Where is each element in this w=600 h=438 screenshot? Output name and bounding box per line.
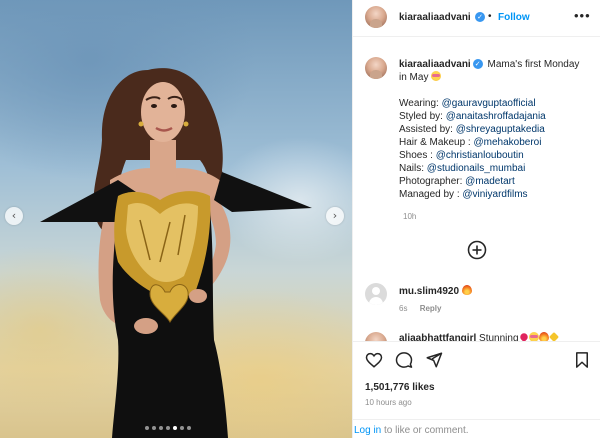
caption-credit-line: Assisted by: @shreyaguptakedia bbox=[399, 123, 595, 136]
comment-meta: 6s Reply bbox=[399, 304, 451, 313]
carousel-indicator bbox=[145, 426, 191, 430]
carousel-dot bbox=[152, 426, 156, 430]
credit-mention-link[interactable]: @studionails_mumbai bbox=[427, 163, 526, 174]
previous-photo-button[interactable]: ‹ bbox=[5, 207, 23, 225]
credit-label: Shoes : bbox=[399, 150, 436, 161]
caption-credits: Wearing: @gauravguptaofficial Styled by: … bbox=[399, 97, 595, 201]
post-header: kiaraaliaadvani ✓ • Follow ••• bbox=[353, 0, 600, 37]
post-photo[interactable]: ‹ › bbox=[0, 0, 352, 438]
caption-credit-line: Nails: @studionails_mumbai bbox=[399, 162, 595, 175]
credit-mention-link[interactable]: @anaitashroffadajania bbox=[446, 111, 546, 122]
verified-badge-icon: ✓ bbox=[475, 12, 485, 22]
post-timestamp: 10 hours ago bbox=[365, 398, 412, 407]
follow-button[interactable]: Follow bbox=[498, 12, 530, 23]
caption-body: kiaraaliaadvani ✓ Mama's first Monday in … bbox=[399, 58, 595, 201]
commenter-avatar[interactable] bbox=[365, 283, 387, 305]
header-separator: • bbox=[488, 11, 492, 22]
post-actions: 1,501,776 likes 10 hours ago Log in to l… bbox=[353, 341, 600, 438]
credit-mention-link[interactable]: @gauravguptaofficial bbox=[442, 98, 536, 109]
caption-second-line: in May bbox=[399, 71, 595, 84]
carousel-dot bbox=[145, 426, 149, 430]
credit-label: Assisted by: bbox=[399, 124, 456, 135]
reply-button[interactable]: Reply bbox=[420, 304, 442, 313]
caption-credit-line: Wearing: @gauravguptaofficial bbox=[399, 97, 595, 110]
author-username[interactable]: kiaraaliaadvani bbox=[399, 12, 471, 23]
caption-text-line2: in May bbox=[399, 72, 429, 83]
login-link[interactable]: Log in bbox=[354, 425, 381, 436]
post-detail-panel: kiaraaliaadvani ✓ • Follow ••• kiaraalia… bbox=[352, 0, 600, 438]
caption-credit-line: Hair & Makeup : @mehakoberoi bbox=[399, 136, 595, 149]
save-bookmark-icon[interactable] bbox=[573, 351, 591, 369]
carousel-dot bbox=[180, 426, 184, 430]
caption-credit-line: Managed by : @viniyardfilms bbox=[399, 188, 595, 201]
fire-emoji-icon bbox=[461, 285, 472, 295]
carousel-dot bbox=[187, 426, 191, 430]
credit-mention-link[interactable]: @madetart bbox=[465, 176, 515, 187]
credit-label: Styled by: bbox=[399, 111, 446, 122]
credit-label: Wearing: bbox=[399, 98, 442, 109]
login-prompt: Log in to like or comment. bbox=[353, 419, 600, 438]
post-photo-illustration bbox=[40, 68, 312, 438]
caption-text: Mama's first Monday bbox=[487, 59, 580, 70]
credit-mention-link[interactable]: @viniyardfilms bbox=[462, 189, 527, 200]
credit-mention-link[interactable]: @christianlouboutin bbox=[436, 150, 524, 161]
like-heart-icon[interactable] bbox=[365, 351, 383, 369]
commenter-username[interactable]: mu.slim4920 bbox=[399, 286, 459, 297]
next-photo-button[interactable]: › bbox=[326, 207, 344, 225]
credit-mention-link[interactable]: @mehakoberoi bbox=[473, 137, 541, 148]
credit-label: Photographer: bbox=[399, 176, 466, 187]
comment-text: mu.slim4920 bbox=[399, 285, 472, 297]
credit-mention-link[interactable]: @shreyaguptakedia bbox=[456, 124, 545, 135]
caption-first-line: kiaraaliaadvani ✓ Mama's first Monday bbox=[399, 58, 595, 71]
caption-credit-line: Photographer: @madetart bbox=[399, 175, 595, 188]
like-count[interactable]: 1,501,776 likes bbox=[365, 382, 435, 393]
credit-label: Managed by : bbox=[399, 189, 463, 200]
caption-timestamp: 10h bbox=[403, 212, 417, 221]
carousel-dot bbox=[173, 426, 177, 430]
caption-credit-line: Shoes : @christianlouboutin bbox=[399, 149, 595, 162]
caption-credit-line: Styled by: @anaitashroffadajania bbox=[399, 110, 595, 123]
verified-badge-icon: ✓ bbox=[472, 59, 483, 70]
comment-icon[interactable] bbox=[395, 351, 413, 369]
credit-label: Nails: bbox=[399, 163, 427, 174]
credit-label: Hair & Makeup : bbox=[399, 137, 474, 148]
share-icon[interactable] bbox=[425, 351, 443, 369]
caption-author-avatar[interactable] bbox=[365, 57, 387, 79]
comment-timestamp: 6s bbox=[399, 304, 408, 313]
carousel-dot bbox=[166, 426, 170, 430]
author-avatar[interactable] bbox=[365, 6, 387, 28]
caption-username[interactable]: kiaraaliaadvani bbox=[399, 59, 471, 70]
more-options-icon[interactable]: ••• bbox=[574, 8, 591, 23]
carousel-dot bbox=[159, 426, 163, 430]
smiling-face-with-hearts-emoji-icon bbox=[431, 71, 442, 81]
login-prompt-text: to like or comment. bbox=[381, 425, 469, 436]
load-more-comments-icon[interactable] bbox=[467, 240, 487, 260]
